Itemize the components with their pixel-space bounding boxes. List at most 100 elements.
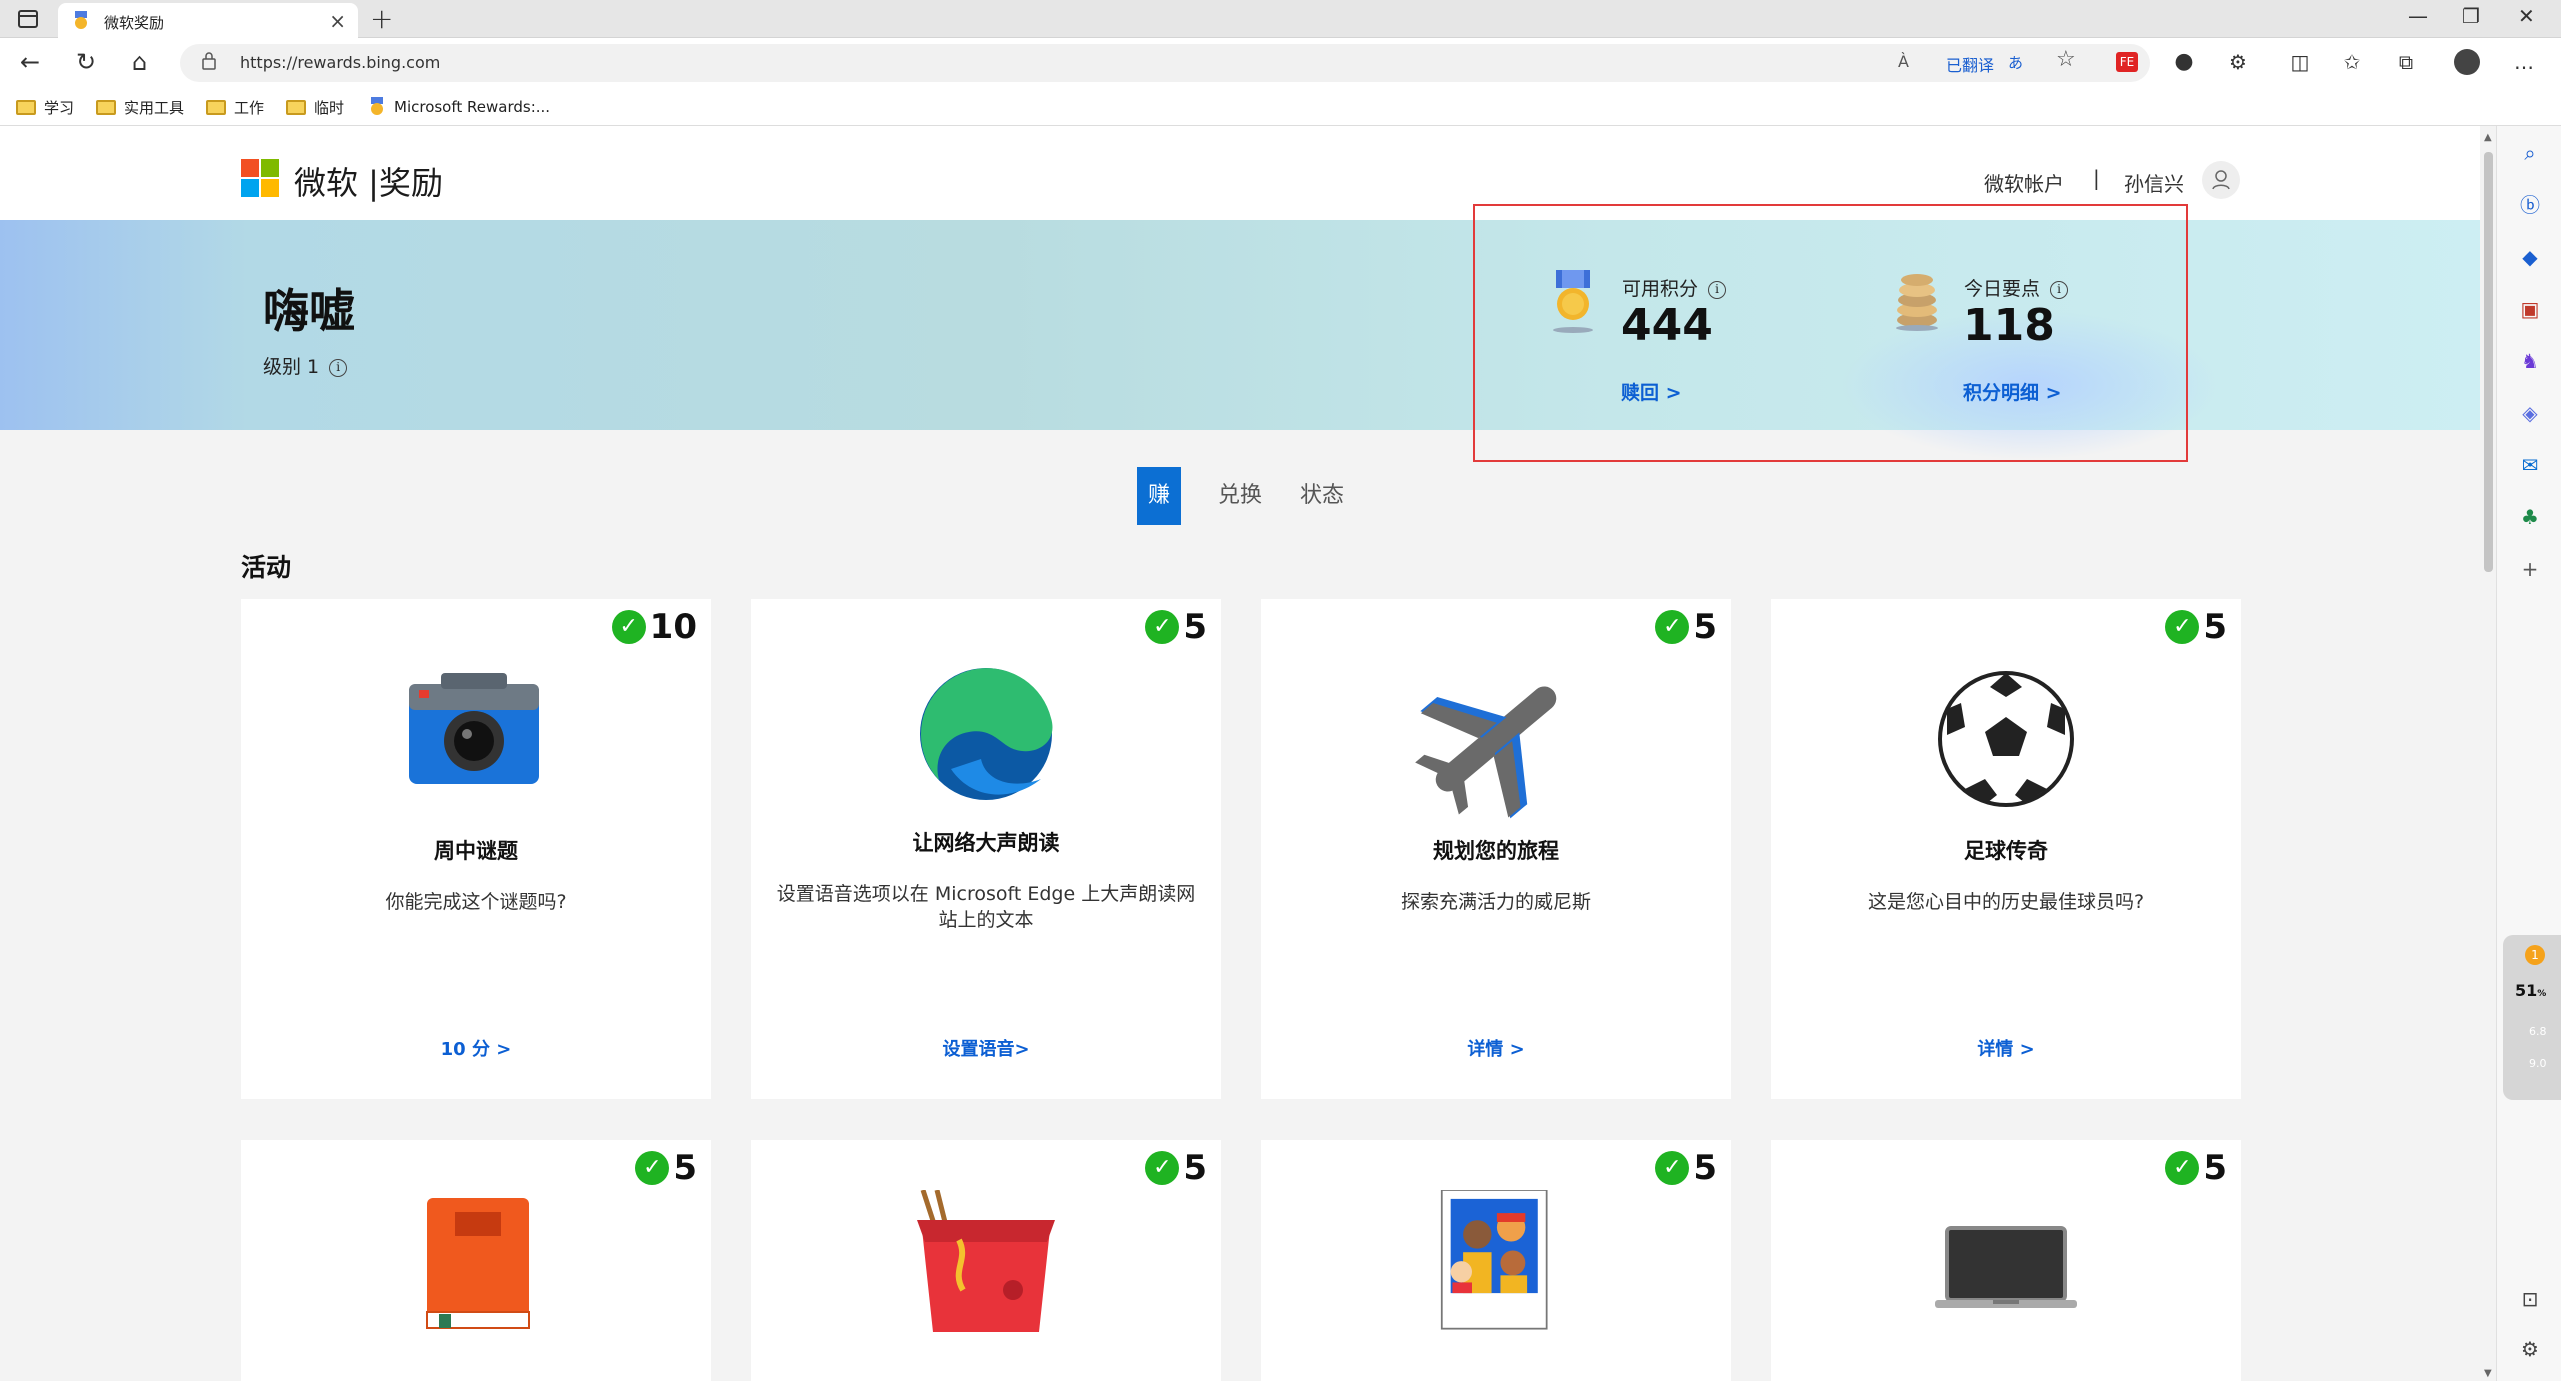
system-monitor-widget[interactable]: 1 51% 6.8 9.0 <box>2503 935 2561 1100</box>
microsoft-logo-icon[interactable] <box>241 159 279 197</box>
page-scrollbar[interactable]: ▲ ▼ <box>2480 126 2496 1381</box>
new-tab-button[interactable]: + <box>370 2 393 35</box>
activity-link[interactable]: 详情 > <box>1771 1035 2241 1061</box>
points-value: 5 <box>1693 607 1717 647</box>
brand-title[interactable]: 微软 |奖励 <box>294 158 443 204</box>
activity-card[interactable]: ✓ 5 规划您的旅程 探索充满活力的威尼斯 详情 > <box>1261 599 1731 1099</box>
header-separator: | <box>2093 166 2100 190</box>
hide-sidebar-icon[interactable]: ⊡ <box>2517 1286 2543 1312</box>
activity-card[interactable]: ✓ 5 <box>1261 1140 1731 1381</box>
activity-card[interactable]: ✓ 5 <box>751 1140 1221 1381</box>
activity-card[interactable]: ✓ 5 让网络大声朗读 设置语音选项以在 Microsoft Edge 上大声朗读… <box>751 599 1221 1099</box>
favorites-icon[interactable]: ✩ <box>2340 50 2364 74</box>
outlook-icon[interactable]: ✉ <box>2517 452 2543 478</box>
url-bar[interactable]: https://rewards.bing.com <box>180 44 2150 82</box>
bookmark-label: 实用工具 <box>124 98 185 117</box>
close-window-icon[interactable]: ✕ <box>2518 4 2535 28</box>
more-menu-icon[interactable]: … <box>2512 50 2536 74</box>
activities-title: 活动 <box>241 553 292 582</box>
points-value: 10 <box>649 607 697 647</box>
microsoft365-icon[interactable]: ◈ <box>2517 400 2543 426</box>
bookmark-folder[interactable]: 实用工具 <box>96 94 184 120</box>
extensions-puzzle-icon[interactable]: ⚙ <box>2226 50 2250 74</box>
url-text: https://rewards.bing.com <box>240 53 441 72</box>
user-avatar-icon[interactable] <box>2202 161 2240 199</box>
scroll-down-icon[interactable]: ▼ <box>2484 1368 2492 1379</box>
bookmark-label: 学习 <box>44 98 75 117</box>
sidebar-settings-icon[interactable]: ⚙ <box>2517 1336 2543 1362</box>
home-icon[interactable]: ⌂ <box>132 48 147 76</box>
bookmark-folder[interactable]: 工作 <box>206 94 264 120</box>
browser-tab-bar: 微软奖励 × + — ❐ ✕ <box>0 0 2561 38</box>
tab-status[interactable]: 状态 <box>1294 467 1350 525</box>
edge-logo-icon <box>920 668 1053 800</box>
search-icon[interactable]: ⌕ <box>2517 140 2543 166</box>
tab-close-icon[interactable]: × <box>329 9 346 33</box>
bookmark-folder[interactable]: 临时 <box>286 94 344 120</box>
rewards-tabs: 赚 兑换 状态 <box>0 464 2480 525</box>
points-value: 5 <box>1183 607 1207 647</box>
address-toolbar: ← ↻ ⌂ https://rewards.bing.com À 已翻译 あ … <box>0 38 2561 88</box>
bing-copilot-icon[interactable]: ⓑ <box>2517 192 2543 218</box>
tools-icon[interactable]: ▣ <box>2517 296 2543 322</box>
account-link[interactable]: 微软帐户 <box>1984 168 2064 197</box>
split-screen-icon[interactable]: ◫ <box>2288 50 2312 74</box>
tab-earn[interactable]: 赚 <box>1137 467 1181 525</box>
tab-actions-icon[interactable] <box>18 10 38 28</box>
activity-card[interactable]: ✓ 5 <box>241 1140 711 1381</box>
cpu-value: 51 <box>2515 981 2538 1000</box>
add-sidebar-app-icon[interactable]: + <box>2517 556 2543 582</box>
upload-speed: 6.8 <box>2529 1025 2547 1038</box>
translate-icon[interactable]: あ <box>2008 52 2023 73</box>
minimize-icon[interactable]: — <box>2408 4 2428 28</box>
points-value: 5 <box>2203 607 2227 647</box>
activity-card[interactable]: ✓ 5 <box>1771 1140 2241 1381</box>
bookmark-label: 临时 <box>314 98 345 117</box>
extension-circle-icon[interactable]: ● <box>2172 50 2196 74</box>
check-icon: ✓ <box>1655 610 1690 644</box>
family-photo-icon <box>1440 1190 1548 1330</box>
shopping-tag-icon[interactable]: ◆ <box>2517 244 2543 270</box>
folder-icon <box>96 99 116 115</box>
profile-avatar-icon[interactable] <box>2454 49 2480 75</box>
collections-icon[interactable]: ⧉ <box>2394 50 2418 74</box>
activity-link[interactable]: 10 分 > <box>241 1035 711 1061</box>
activity-card[interactable]: ✓ 10 周中谜题 你能完成这个谜题吗? 10 分 > <box>241 599 711 1099</box>
activity-description: 设置语音选项以在 Microsoft Edge 上大声朗读网站上的文本 <box>776 883 1196 931</box>
points-badge: ✓ 5 <box>635 1148 697 1188</box>
browser-tab-active[interactable]: 微软奖励 × <box>58 3 358 38</box>
camera-icon <box>409 673 539 784</box>
activity-title: 足球传奇 <box>1964 839 2048 863</box>
points-value: 5 <box>673 1148 697 1188</box>
activity-card[interactable]: ✓ 5 足球传奇 这是您心目中的历史最佳球员吗? 详情 > <box>1771 599 2241 1099</box>
activity-description: 探索充满活力的威尼斯 <box>1400 891 1591 913</box>
read-aloud-icon[interactable]: À <box>1898 52 1909 71</box>
points-value: 5 <box>1183 1148 1207 1188</box>
back-icon[interactable]: ← <box>20 48 40 76</box>
folder-icon <box>206 99 226 115</box>
info-icon[interactable]: i <box>329 359 348 377</box>
tab-redeem[interactable]: 兑换 <box>1212 467 1268 525</box>
translated-label[interactable]: 已翻译 <box>1946 52 1994 76</box>
restore-icon[interactable]: ❐ <box>2462 4 2480 28</box>
bookmark-link[interactable]: Microsoft Rewards:... <box>368 94 550 120</box>
points-value: 5 <box>1693 1148 1717 1188</box>
scrollbar-thumb[interactable] <box>2484 152 2493 572</box>
favorite-star-icon[interactable]: ☆ <box>2056 47 2076 72</box>
laptop-icon <box>1935 1226 2077 1308</box>
edge-sidebar: ⌕ ⓑ ◆ ▣ ♞ ◈ ✉ ♣ + ⊡ ⚙ <box>2496 126 2561 1381</box>
user-name[interactable]: 孙信兴 <box>2124 168 2184 197</box>
activity-link[interactable]: 详情 > <box>1261 1035 1731 1061</box>
activity-title: 让网络大声朗读 <box>912 831 1060 855</box>
games-icon[interactable]: ♞ <box>2517 348 2543 374</box>
drop-tree-icon[interactable]: ♣ <box>2517 504 2543 530</box>
extension-red-icon[interactable]: FE <box>2116 52 2138 72</box>
check-icon: ✓ <box>1145 610 1180 644</box>
bookmark-folder[interactable]: 学习 <box>16 94 74 120</box>
scroll-up-icon[interactable]: ▲ <box>2484 132 2492 143</box>
level-text: 级别 1 <box>263 356 320 378</box>
activity-link[interactable]: 设置语音> <box>751 1035 1221 1061</box>
annotation-highlight-box <box>1473 204 2188 462</box>
refresh-icon[interactable]: ↻ <box>76 48 96 76</box>
airplane-icon <box>1415 686 1557 819</box>
